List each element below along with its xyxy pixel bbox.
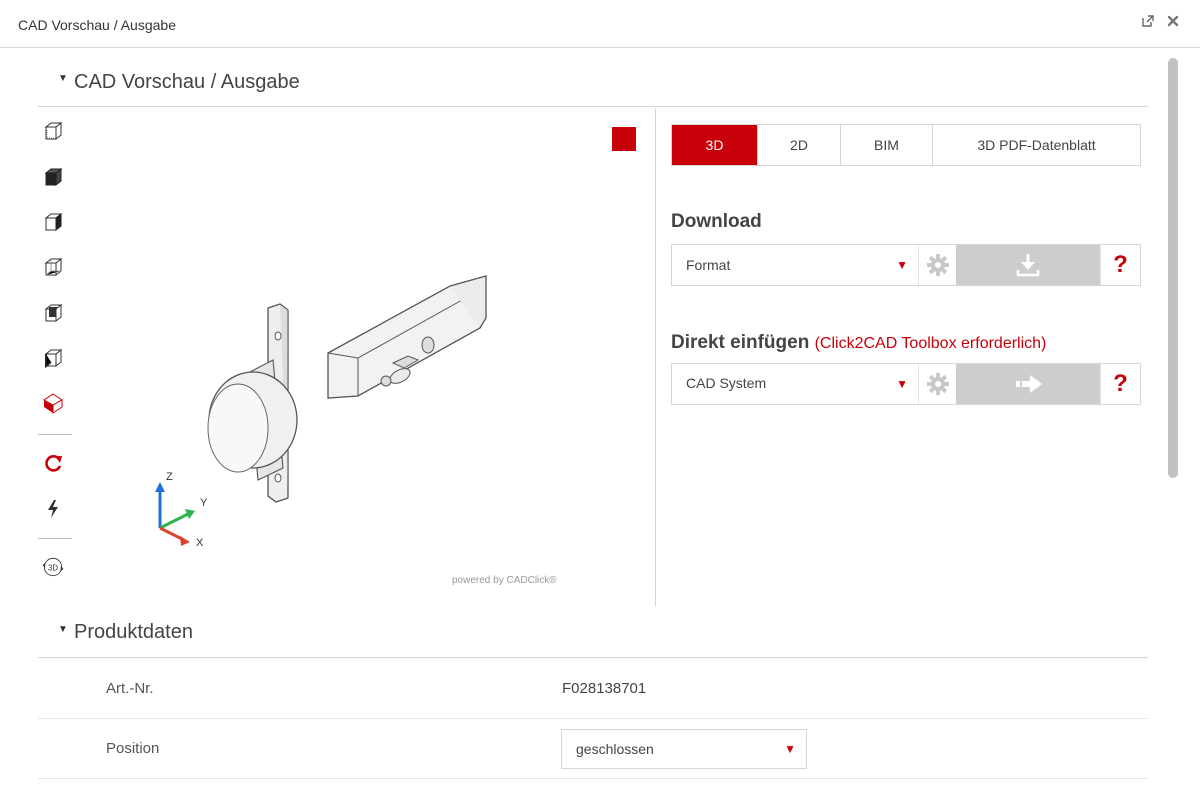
cad-section-header[interactable]: ▼ CAD Vorschau / Ausgabe — [38, 60, 1148, 107]
format-select[interactable]: Format ▼ — [672, 245, 918, 285]
toolbar-divider — [38, 538, 72, 539]
scrollbar-thumb[interactable] — [1168, 58, 1178, 478]
cad-viewer[interactable]: 3D Z Y X powered by CADClick® — [38, 108, 656, 606]
format-select-value: Format — [686, 257, 731, 273]
tab-3d-pdf[interactable]: 3D PDF-Datenblatt — [933, 125, 1140, 165]
gear-icon[interactable] — [918, 245, 956, 285]
download-row: Format ▼ ? — [671, 244, 1141, 286]
cad-system-select[interactable]: CAD System ▼ — [672, 364, 918, 404]
scrollbar[interactable] — [1166, 58, 1180, 803]
cad-system-select-value: CAD System — [686, 375, 767, 391]
download-icon — [1016, 254, 1040, 277]
stop-render-button[interactable] — [612, 127, 636, 151]
download-heading: Download — [671, 211, 762, 232]
help-insert-button[interactable]: ? — [1100, 364, 1140, 404]
direct-insert-heading: Direkt einfügen (Click2CAD Toolbox erfor… — [671, 332, 1047, 353]
direct-insert-row: CAD System ▼ ? — [671, 363, 1141, 405]
cad-model-preview[interactable] — [188, 268, 508, 528]
powered-by-label: powered by CADClick® — [452, 575, 557, 586]
tab-bim[interactable]: BIM — [841, 125, 933, 165]
close-icon[interactable] — [1163, 14, 1183, 34]
color-icon[interactable] — [40, 390, 66, 416]
direct-insert-note: (Click2CAD Toolbox erforderlich) — [814, 335, 1047, 352]
table-row: Art.-Nr. F028138701 — [38, 659, 1148, 719]
collapse-caret-icon[interactable]: ▼ — [58, 624, 68, 635]
tab-3d[interactable]: 3D — [672, 125, 758, 165]
toolbar-divider — [38, 434, 72, 435]
arrow-right-icon — [1016, 375, 1042, 393]
view-side-icon[interactable] — [40, 209, 66, 235]
view-front-icon[interactable] — [40, 118, 66, 144]
position-select[interactable]: geschlossen ▼ — [561, 729, 807, 769]
rotate-icon[interactable] — [40, 450, 66, 476]
axis-triad: Z Y X — [155, 471, 208, 548]
collapse-caret-icon[interactable]: ▼ — [58, 73, 68, 84]
chevron-down-icon: ▼ — [896, 377, 908, 391]
axis-y-label: Y — [200, 497, 208, 509]
axis-z-label: Z — [166, 471, 173, 483]
axis-x-label: X — [196, 537, 204, 548]
view-back-icon[interactable] — [40, 345, 66, 371]
wireframe-icon[interactable] — [40, 254, 66, 280]
download-button[interactable] — [956, 245, 1100, 285]
chevron-down-icon: ▼ — [896, 258, 908, 272]
article-number-value: F028138701 — [562, 680, 647, 697]
shaded-icon[interactable] — [40, 164, 66, 190]
help-download-button[interactable]: ? — [1100, 245, 1140, 285]
position-select-value: geschlossen — [576, 741, 654, 757]
table-row: Position geschlossen ▼ — [38, 719, 1148, 779]
insert-button[interactable] — [956, 364, 1100, 404]
window-titlebar: CAD Vorschau / Ausgabe — [0, 0, 1200, 48]
cad-section-title: CAD Vorschau / Ausgabe — [74, 71, 300, 93]
hidden-lines-icon[interactable] — [40, 300, 66, 326]
gear-icon[interactable] — [918, 364, 956, 404]
chevron-down-icon: ▼ — [784, 742, 796, 756]
3d-toggle-icon[interactable]: 3D — [40, 554, 70, 580]
output-format-tabs: 3D 2D BIM 3D PDF-Datenblatt — [671, 124, 1141, 166]
article-number-label: Art.-Nr. — [106, 680, 154, 697]
fast-render-icon[interactable] — [40, 496, 66, 522]
external-link-icon[interactable] — [1138, 14, 1158, 34]
position-label: Position — [106, 740, 160, 757]
tab-2d[interactable]: 2D — [758, 125, 841, 165]
product-section-title: Produktdaten — [74, 621, 193, 643]
product-section-header[interactable]: ▼ Produktdaten — [38, 611, 1148, 658]
3d-badge-label: 3D — [48, 563, 58, 572]
window-title: CAD Vorschau / Ausgabe — [18, 17, 176, 33]
